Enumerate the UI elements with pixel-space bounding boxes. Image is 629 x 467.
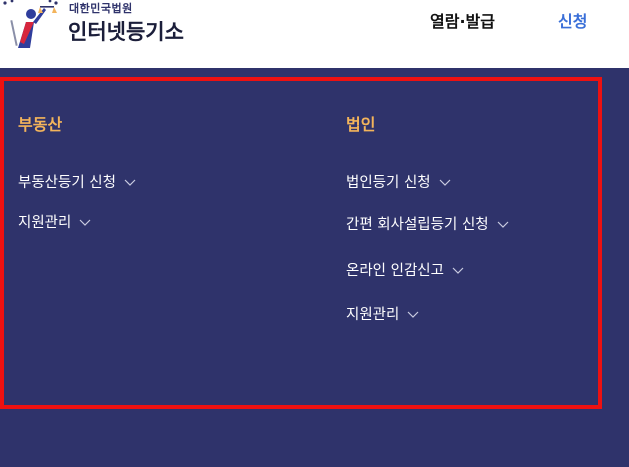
menu-item-label: 부동산등기 신청 <box>18 175 116 191</box>
nav-view-issue[interactable]: 열람·발급 <box>430 8 495 32</box>
section-title-real-estate: 부동산 <box>18 115 63 134</box>
logo-subtitle: 대한민국법원 <box>69 2 133 15</box>
section-title-corporation: 법인 <box>346 115 376 134</box>
logo-title: 인터넷등기소 <box>68 20 184 44</box>
menu-item-online-seal[interactable]: 온라인 인감신고 <box>346 259 464 280</box>
chevron-down-icon <box>439 179 451 186</box>
menu-item-corp-apply[interactable]: 법인등기 신청 <box>346 171 451 192</box>
menu-item-real-estate-apply[interactable]: 부동산등기 신청 <box>18 171 136 192</box>
page: 대한민국법원 인터넷등기소 열람·발급 신청 부동산 부동산등기 신청 지원관리… <box>0 0 629 467</box>
menu-item-real-estate-support[interactable]: 지원관리 <box>18 211 91 232</box>
chevron-down-icon <box>497 221 509 228</box>
menu-item-label: 간편 회사설립등기 신청 <box>346 217 489 233</box>
menu-item-label: 지원관리 <box>18 215 72 231</box>
highlighted-menu-panel: 부동산 부동산등기 신청 지원관리 법인 법인등기 신청 간편 회사설립등기 신… <box>0 77 602 409</box>
header: 대한민국법원 인터넷등기소 열람·발급 신청 <box>0 0 629 68</box>
chevron-down-icon <box>452 267 464 274</box>
chevron-down-icon <box>407 311 419 318</box>
menu-item-label: 온라인 인감신고 <box>346 263 444 279</box>
site-logo[interactable]: 대한민국법원 인터넷등기소 <box>0 0 200 50</box>
chevron-down-icon <box>79 219 91 226</box>
chevron-down-icon <box>124 179 136 186</box>
menu-item-label: 지원관리 <box>346 307 400 323</box>
menu-item-corp-support[interactable]: 지원관리 <box>346 303 419 324</box>
menu-item-simple-incorporation[interactable]: 간편 회사설립등기 신청 <box>346 213 509 234</box>
nav-apply[interactable]: 신청 <box>558 8 587 32</box>
court-emblem-icon <box>3 0 58 48</box>
menu-item-label: 법인등기 신청 <box>346 175 431 191</box>
